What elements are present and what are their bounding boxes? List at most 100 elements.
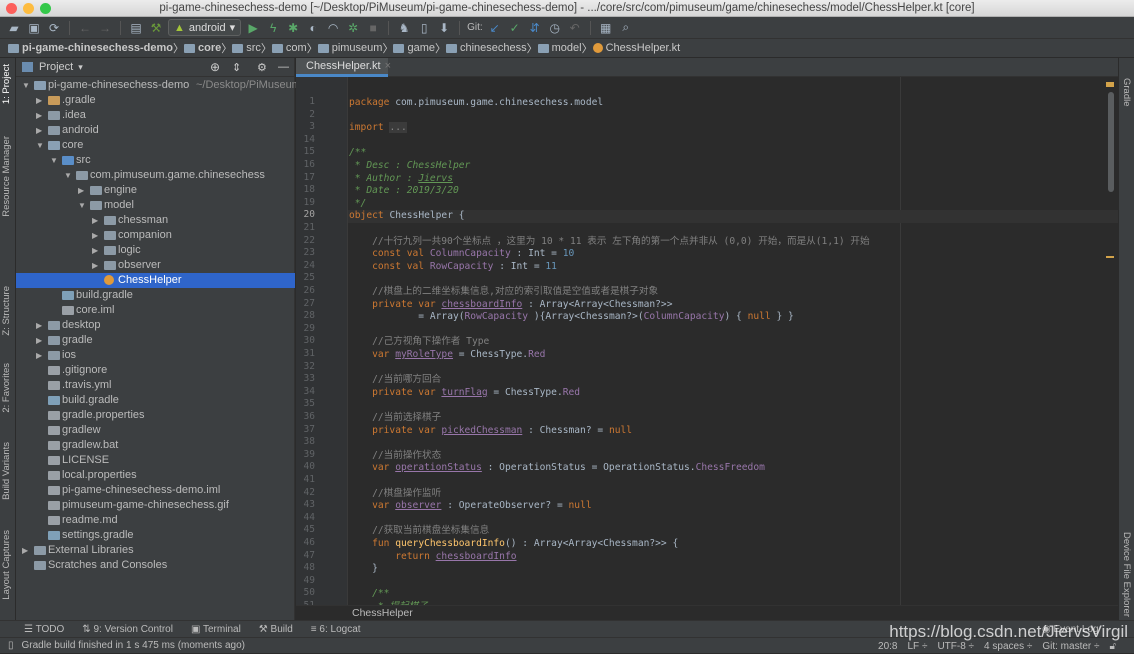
chevron-right-icon[interactable]: ▶ bbox=[92, 243, 98, 258]
breadcrumb-item[interactable]: ChessHelper.kt bbox=[592, 42, 680, 54]
breadcrumb-item[interactable]: model bbox=[537, 42, 582, 54]
breadcrumb-item[interactable]: src bbox=[232, 42, 261, 54]
tree-item[interactable]: ▶ engine bbox=[16, 183, 295, 198]
tab-layout-captures[interactable]: Layout Captures bbox=[1, 530, 12, 600]
code-line[interactable]: //当前操作状态 bbox=[349, 450, 441, 463]
tab-project[interactable]: 1: Project bbox=[1, 64, 12, 104]
forward-icon[interactable]: → bbox=[97, 20, 113, 36]
code-line[interactable]: //当前哪方回合 bbox=[349, 374, 441, 387]
tree-item[interactable]: build.gradle bbox=[16, 393, 295, 408]
code-line[interactable]: import ... bbox=[349, 122, 407, 135]
chevron-down-icon[interactable]: ▼ bbox=[36, 138, 44, 153]
tree-item[interactable]: readme.md bbox=[16, 513, 295, 528]
sdk-manager-icon[interactable]: ⬇ bbox=[436, 20, 452, 36]
tree-item[interactable]: ▶ desktop bbox=[16, 318, 295, 333]
breadcrumb-item[interactable]: pimuseum bbox=[317, 42, 382, 54]
tree-item[interactable]: pimuseum-game-chinesechess.gif bbox=[16, 498, 295, 513]
tree-item[interactable]: ▶ ios bbox=[16, 348, 295, 363]
profile-icon[interactable]: ◠ bbox=[325, 20, 341, 36]
code-line[interactable]: * Date : 2019/3/20 bbox=[349, 185, 459, 198]
code-line[interactable]: object ChessHelper { bbox=[349, 210, 465, 223]
chevron-right-icon[interactable]: ▶ bbox=[36, 108, 42, 123]
minimize-window-button[interactable] bbox=[23, 3, 34, 14]
collapse-all-icon[interactable]: ⇕ bbox=[232, 61, 241, 74]
breadcrumb-item[interactable]: chinesechess bbox=[445, 42, 527, 54]
code-line[interactable]: } bbox=[349, 563, 378, 576]
breadcrumb-item[interactable]: core bbox=[184, 42, 221, 54]
breadcrumb-item[interactable]: game bbox=[393, 42, 435, 54]
run-icon[interactable]: ▶ bbox=[245, 20, 261, 36]
code-line[interactable]: fun queryChessboardInfo() : Array<Array<… bbox=[349, 538, 678, 551]
tree-item[interactable]: ▼ pi-game-chinesechess-demo ~/Desktop/PiMu… bbox=[16, 78, 301, 93]
chevron-right-icon[interactable]: ▶ bbox=[36, 348, 42, 363]
editor-breadcrumb[interactable]: ChessHelper bbox=[296, 605, 1118, 620]
tab-resource-manager[interactable]: Resource Manager bbox=[1, 136, 12, 217]
tree-item[interactable]: ▼ model bbox=[16, 198, 295, 213]
chevron-right-icon[interactable]: ▶ bbox=[36, 93, 42, 108]
git-history-icon[interactable]: ◷ bbox=[547, 20, 563, 36]
code-line[interactable]: package com.pimuseum.game.chinesechess.m… bbox=[349, 97, 603, 110]
code-line[interactable]: var operationStatus : OperationStatus = … bbox=[349, 462, 765, 475]
code-line[interactable]: return chessboardInfo bbox=[349, 551, 516, 564]
chevron-right-icon[interactable]: ▶ bbox=[78, 183, 84, 198]
code-line[interactable]: private var turnFlag = ChessType.Red bbox=[349, 387, 580, 400]
chevron-down-icon[interactable]: ▼ bbox=[64, 168, 72, 183]
git-revert-icon[interactable]: ↶ bbox=[567, 20, 583, 36]
tree-item[interactable]: ▼ com.pimuseum.game.chinesechess bbox=[16, 168, 295, 183]
tree-item[interactable]: ▶ observer bbox=[16, 258, 295, 273]
tab-build-variants[interactable]: Build Variants bbox=[1, 442, 12, 500]
lock-icon[interactable]: 🔓︎ bbox=[1110, 641, 1116, 652]
stop-icon[interactable]: ■ bbox=[365, 20, 381, 36]
tree-item[interactable]: gradle.properties bbox=[16, 408, 295, 423]
gear-icon[interactable]: ⚙ bbox=[257, 61, 267, 74]
tree-item[interactable]: build.gradle bbox=[16, 288, 295, 303]
code-line[interactable]: var myRoleType = ChessType.Red bbox=[349, 349, 545, 362]
chevron-right-icon[interactable]: ▶ bbox=[36, 123, 42, 138]
code-line[interactable]: private var pickedChessman : Chessman? =… bbox=[349, 425, 632, 438]
debug-attach-icon[interactable]: ✲ bbox=[345, 20, 361, 36]
tree-item[interactable]: settings.gradle bbox=[16, 528, 295, 543]
avd-manager-icon[interactable]: ▯ bbox=[416, 20, 432, 36]
project-view-select[interactable]: Project bbox=[39, 61, 73, 73]
locate-file-icon[interactable]: ⊕ bbox=[210, 60, 220, 74]
tree-item[interactable]: LICENSE bbox=[16, 453, 295, 468]
project-structure-icon[interactable]: ▦ bbox=[598, 20, 614, 36]
line-separator[interactable]: LF ÷ bbox=[908, 641, 928, 652]
tree-item[interactable]: ▶ gradle bbox=[16, 333, 295, 348]
status-message[interactable]: Gradle build finished in 1 s 475 ms (mom… bbox=[22, 640, 245, 651]
file-encoding[interactable]: UTF-8 ÷ bbox=[937, 641, 974, 652]
close-icon[interactable]: × bbox=[385, 60, 391, 72]
chevron-right-icon[interactable]: ▶ bbox=[22, 543, 28, 558]
tree-item[interactable]: gradlew.bat bbox=[16, 438, 295, 453]
tool-logcat[interactable]: ≡ 6: Logcat bbox=[311, 624, 361, 635]
tree-item[interactable]: .travis.yml bbox=[16, 378, 295, 393]
search-icon[interactable]: ⌕ bbox=[618, 20, 634, 36]
tree-item[interactable]: .gitignore bbox=[16, 363, 295, 378]
tree-item[interactable]: ▶ .idea bbox=[16, 108, 295, 123]
chevron-down-icon[interactable]: ▾ bbox=[78, 62, 83, 73]
save-icon[interactable]: ▣ bbox=[26, 20, 42, 36]
code-line[interactable]: //十行九列一共90个坐标点 ，这里为 10 * 11 表示 左下角的第一个点并… bbox=[349, 236, 870, 249]
tree-item[interactable]: ▶ android bbox=[16, 123, 295, 138]
breadcrumb-item[interactable]: pi-game-chinesechess-demo bbox=[8, 42, 173, 54]
close-window-button[interactable] bbox=[6, 3, 17, 14]
code-line[interactable]: const val RowCapacity : Int = 11 bbox=[349, 261, 557, 274]
sync-icon[interactable]: ⟳ bbox=[46, 20, 62, 36]
tab-structure[interactable]: Z: Structure bbox=[1, 286, 12, 336]
apply-changes-icon[interactable]: ϟ bbox=[265, 20, 281, 36]
tree-item[interactable]: ▶ External Libraries bbox=[16, 543, 295, 558]
build-hammer-icon[interactable]: ⚒ bbox=[148, 20, 164, 36]
tree-item[interactable]: ▶ .gradle bbox=[16, 93, 295, 108]
code-line[interactable]: /** bbox=[349, 147, 366, 160]
tree-item[interactable]: core.iml bbox=[16, 303, 295, 318]
chevron-right-icon[interactable]: ▶ bbox=[92, 258, 98, 273]
chevron-right-icon[interactable]: ▶ bbox=[92, 228, 98, 243]
git-update-icon[interactable]: ↙ bbox=[487, 20, 503, 36]
code-line[interactable]: //获取当前棋盘坐标集信息 bbox=[349, 525, 489, 538]
code-line[interactable]: const val ColumnCapacity : Int = 10 bbox=[349, 248, 574, 261]
git-commit-icon[interactable]: ✓ bbox=[507, 20, 523, 36]
code-line[interactable]: //棋盘上的二维坐标集信息,对应的索引取值是空值或者是棋子对象 bbox=[349, 286, 658, 299]
back-icon[interactable]: ← bbox=[77, 20, 93, 36]
git-branch[interactable]: Git: master ÷ bbox=[1042, 641, 1099, 652]
run-configuration-select[interactable]: ▲ android ▾ bbox=[168, 19, 242, 36]
